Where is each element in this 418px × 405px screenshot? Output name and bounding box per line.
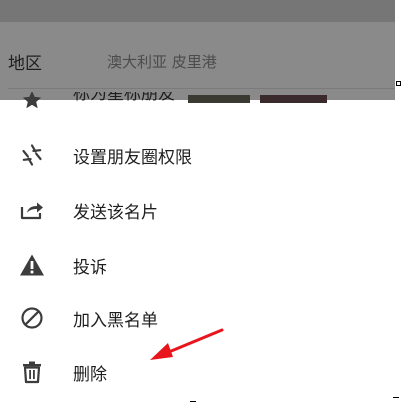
aperture-icon [18,141,46,169]
menu-item-blacklist[interactable]: 加入黑名单 [0,298,395,338]
trash-icon [18,358,46,386]
menu-item-delete[interactable]: 删除 [0,352,395,392]
menu-item-label: 删除 [73,364,107,385]
menu-item-moments-permission[interactable]: 设置朋友圈权限 [0,135,395,175]
menu-item-send-card[interactable]: 发送该名片 [0,190,395,230]
profile-header-dimmed: 地区 澳大利亚 皮里港 [0,0,395,100]
block-icon [18,304,46,332]
star-icon [18,92,46,108]
menu-item-label: 设置朋友圈权限 [73,147,192,168]
selection-handle [393,397,399,401]
share-icon [18,196,46,224]
menu-item-label: 加入黑名单 [73,310,158,331]
header-top-band [0,0,395,22]
menu-item-label: 标为星标朋友 [73,92,175,104]
header-divider [8,88,395,89]
menu-item-label: 发送该名片 [73,202,158,223]
menu-item-label: 投诉 [73,257,107,278]
selection-handle [396,81,401,86]
menu-item-report[interactable]: 投诉 [0,245,395,285]
region-label: 地区 [8,54,42,74]
region-value: 澳大利亚 皮里港 [107,53,217,71]
menu-item-star-friend[interactable]: 标为星标朋友 [0,92,395,108]
warning-icon [18,251,46,279]
selection-handle [190,401,196,403]
